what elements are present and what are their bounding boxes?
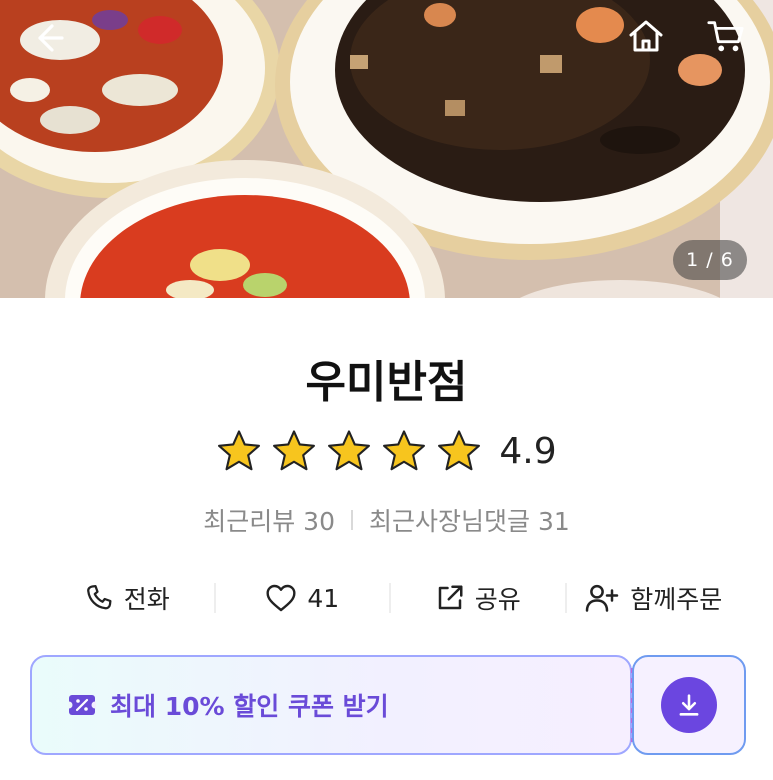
coupon-label: 최대 10% 할인 쿠폰 받기 [110,692,389,721]
recent-reviews-link[interactable]: 최근리뷰 30 [203,502,335,538]
download-circle [661,677,717,733]
like-button[interactable]: 41 [216,576,390,620]
cart-icon [707,21,744,52]
group-order-label: 함께주문 [630,585,723,614]
action-bar: 전화 41 공유 함께주문 [40,576,740,620]
like-count: 41 [307,583,340,613]
reviews-row: 최근리뷰 30 최근사장님댓글 31 [0,502,773,538]
star-icon [383,430,426,471]
coupon-download-button[interactable] [632,655,746,755]
divider [351,510,353,530]
phone-icon [86,585,112,610]
store-name: 우미반점 [305,357,468,408]
share-button[interactable]: 공유 [391,576,565,620]
download-icon [679,694,699,716]
back-button[interactable] [28,18,68,58]
add-user-icon [585,584,619,612]
star-icon [438,430,481,471]
share-label: 공유 [474,585,521,614]
back-arrow-icon [38,24,64,52]
cart-button[interactable] [706,16,746,56]
rating-row: 4.9 [0,428,773,474]
hero-image[interactable]: 1 / 6 [0,0,773,298]
image-counter: 1 / 6 [673,240,747,280]
rating-value: 4.9 [499,430,557,472]
owner-comments-link[interactable]: 최근사장님댓글 31 [369,502,570,538]
home-icon [629,20,663,52]
coupon-icon [68,695,96,715]
coupon-banner[interactable]: 최대 10% 할인 쿠폰 받기 [30,655,632,755]
call-label: 전화 [123,585,170,614]
star-icon [273,430,316,471]
heart-icon [266,584,296,612]
star-icon [328,430,371,471]
share-icon [438,585,463,610]
group-order-button[interactable]: 함께주문 [567,576,741,620]
star-icon [218,430,261,471]
home-button[interactable] [626,16,666,56]
call-button[interactable]: 전화 [40,576,214,620]
